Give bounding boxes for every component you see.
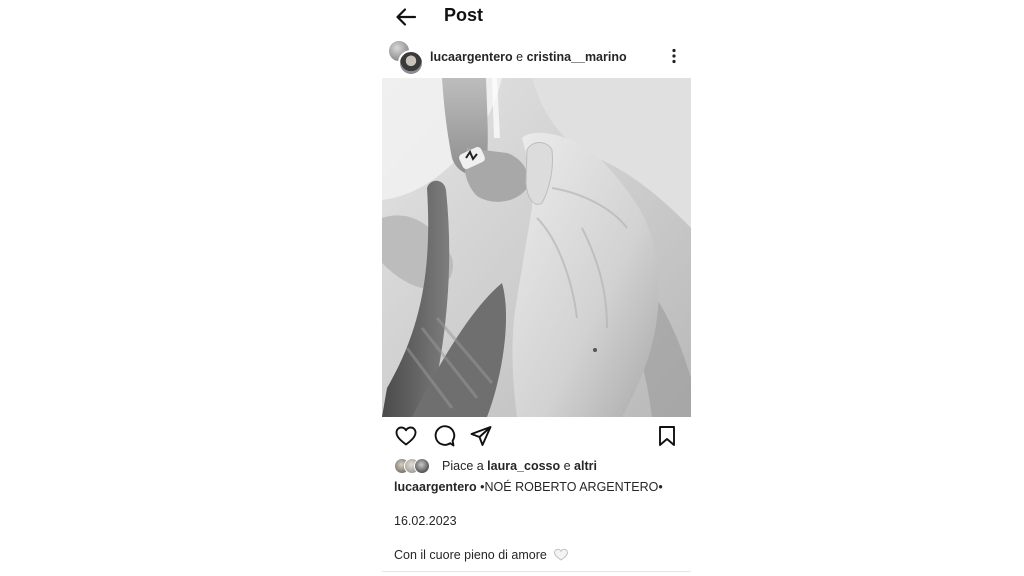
author-joiner: e — [512, 50, 527, 64]
like-button[interactable] — [394, 424, 418, 448]
send-icon — [470, 426, 492, 446]
likes-text[interactable]: Piace a laura_cosso e altri — [442, 459, 597, 473]
likes-others[interactable]: altri — [574, 459, 597, 473]
post-photo[interactable] — [382, 78, 691, 417]
avatar — [414, 458, 430, 474]
divider — [382, 571, 691, 572]
more-options-button[interactable] — [671, 48, 677, 64]
arrow-left-icon — [396, 8, 417, 26]
coauthor-username[interactable]: cristina__marino — [527, 50, 627, 64]
white-heart-emoji-icon — [554, 548, 569, 561]
post-screen: Post lucaargentero e cristina__marino Pi… — [382, 0, 691, 576]
avatar — [398, 50, 424, 76]
comment-button[interactable] — [432, 424, 456, 448]
likes-row: Piace a laura_cosso e altri — [394, 458, 684, 474]
top-bar: Post — [382, 0, 691, 34]
author-line: lucaargentero e cristina__marino — [430, 50, 627, 64]
likes-prefix: Piace a — [442, 459, 488, 473]
comment-icon — [434, 425, 456, 447]
save-button[interactable] — [655, 424, 679, 448]
caption-text: •NOÉ ROBERTO ARGENTERO• — [476, 480, 663, 494]
caption-message-text: Con il cuore pieno di amore — [394, 548, 547, 562]
post-actions — [382, 424, 691, 450]
share-button[interactable] — [469, 424, 493, 448]
caption-username[interactable]: lucaargentero — [394, 480, 477, 494]
caption-message: Con il cuore pieno di amore — [394, 548, 569, 562]
author-avatars[interactable] — [388, 40, 424, 76]
bookmark-icon — [659, 426, 675, 446]
likes-joiner: e — [560, 459, 575, 473]
author-username[interactable]: lucaargentero — [430, 50, 513, 64]
heart-icon — [395, 426, 417, 446]
more-vertical-icon — [672, 48, 676, 64]
liker-username[interactable]: laura_cosso — [487, 459, 560, 473]
post-image — [382, 78, 691, 417]
back-button[interactable] — [394, 6, 418, 28]
liker-avatars — [394, 458, 434, 474]
post-header: lucaargentero e cristina__marino — [382, 38, 691, 76]
page-title: Post — [444, 5, 484, 25]
caption: lucaargentero •NOÉ ROBERTO ARGENTERO• — [394, 480, 663, 494]
caption-date: 16.02.2023 — [394, 514, 457, 528]
